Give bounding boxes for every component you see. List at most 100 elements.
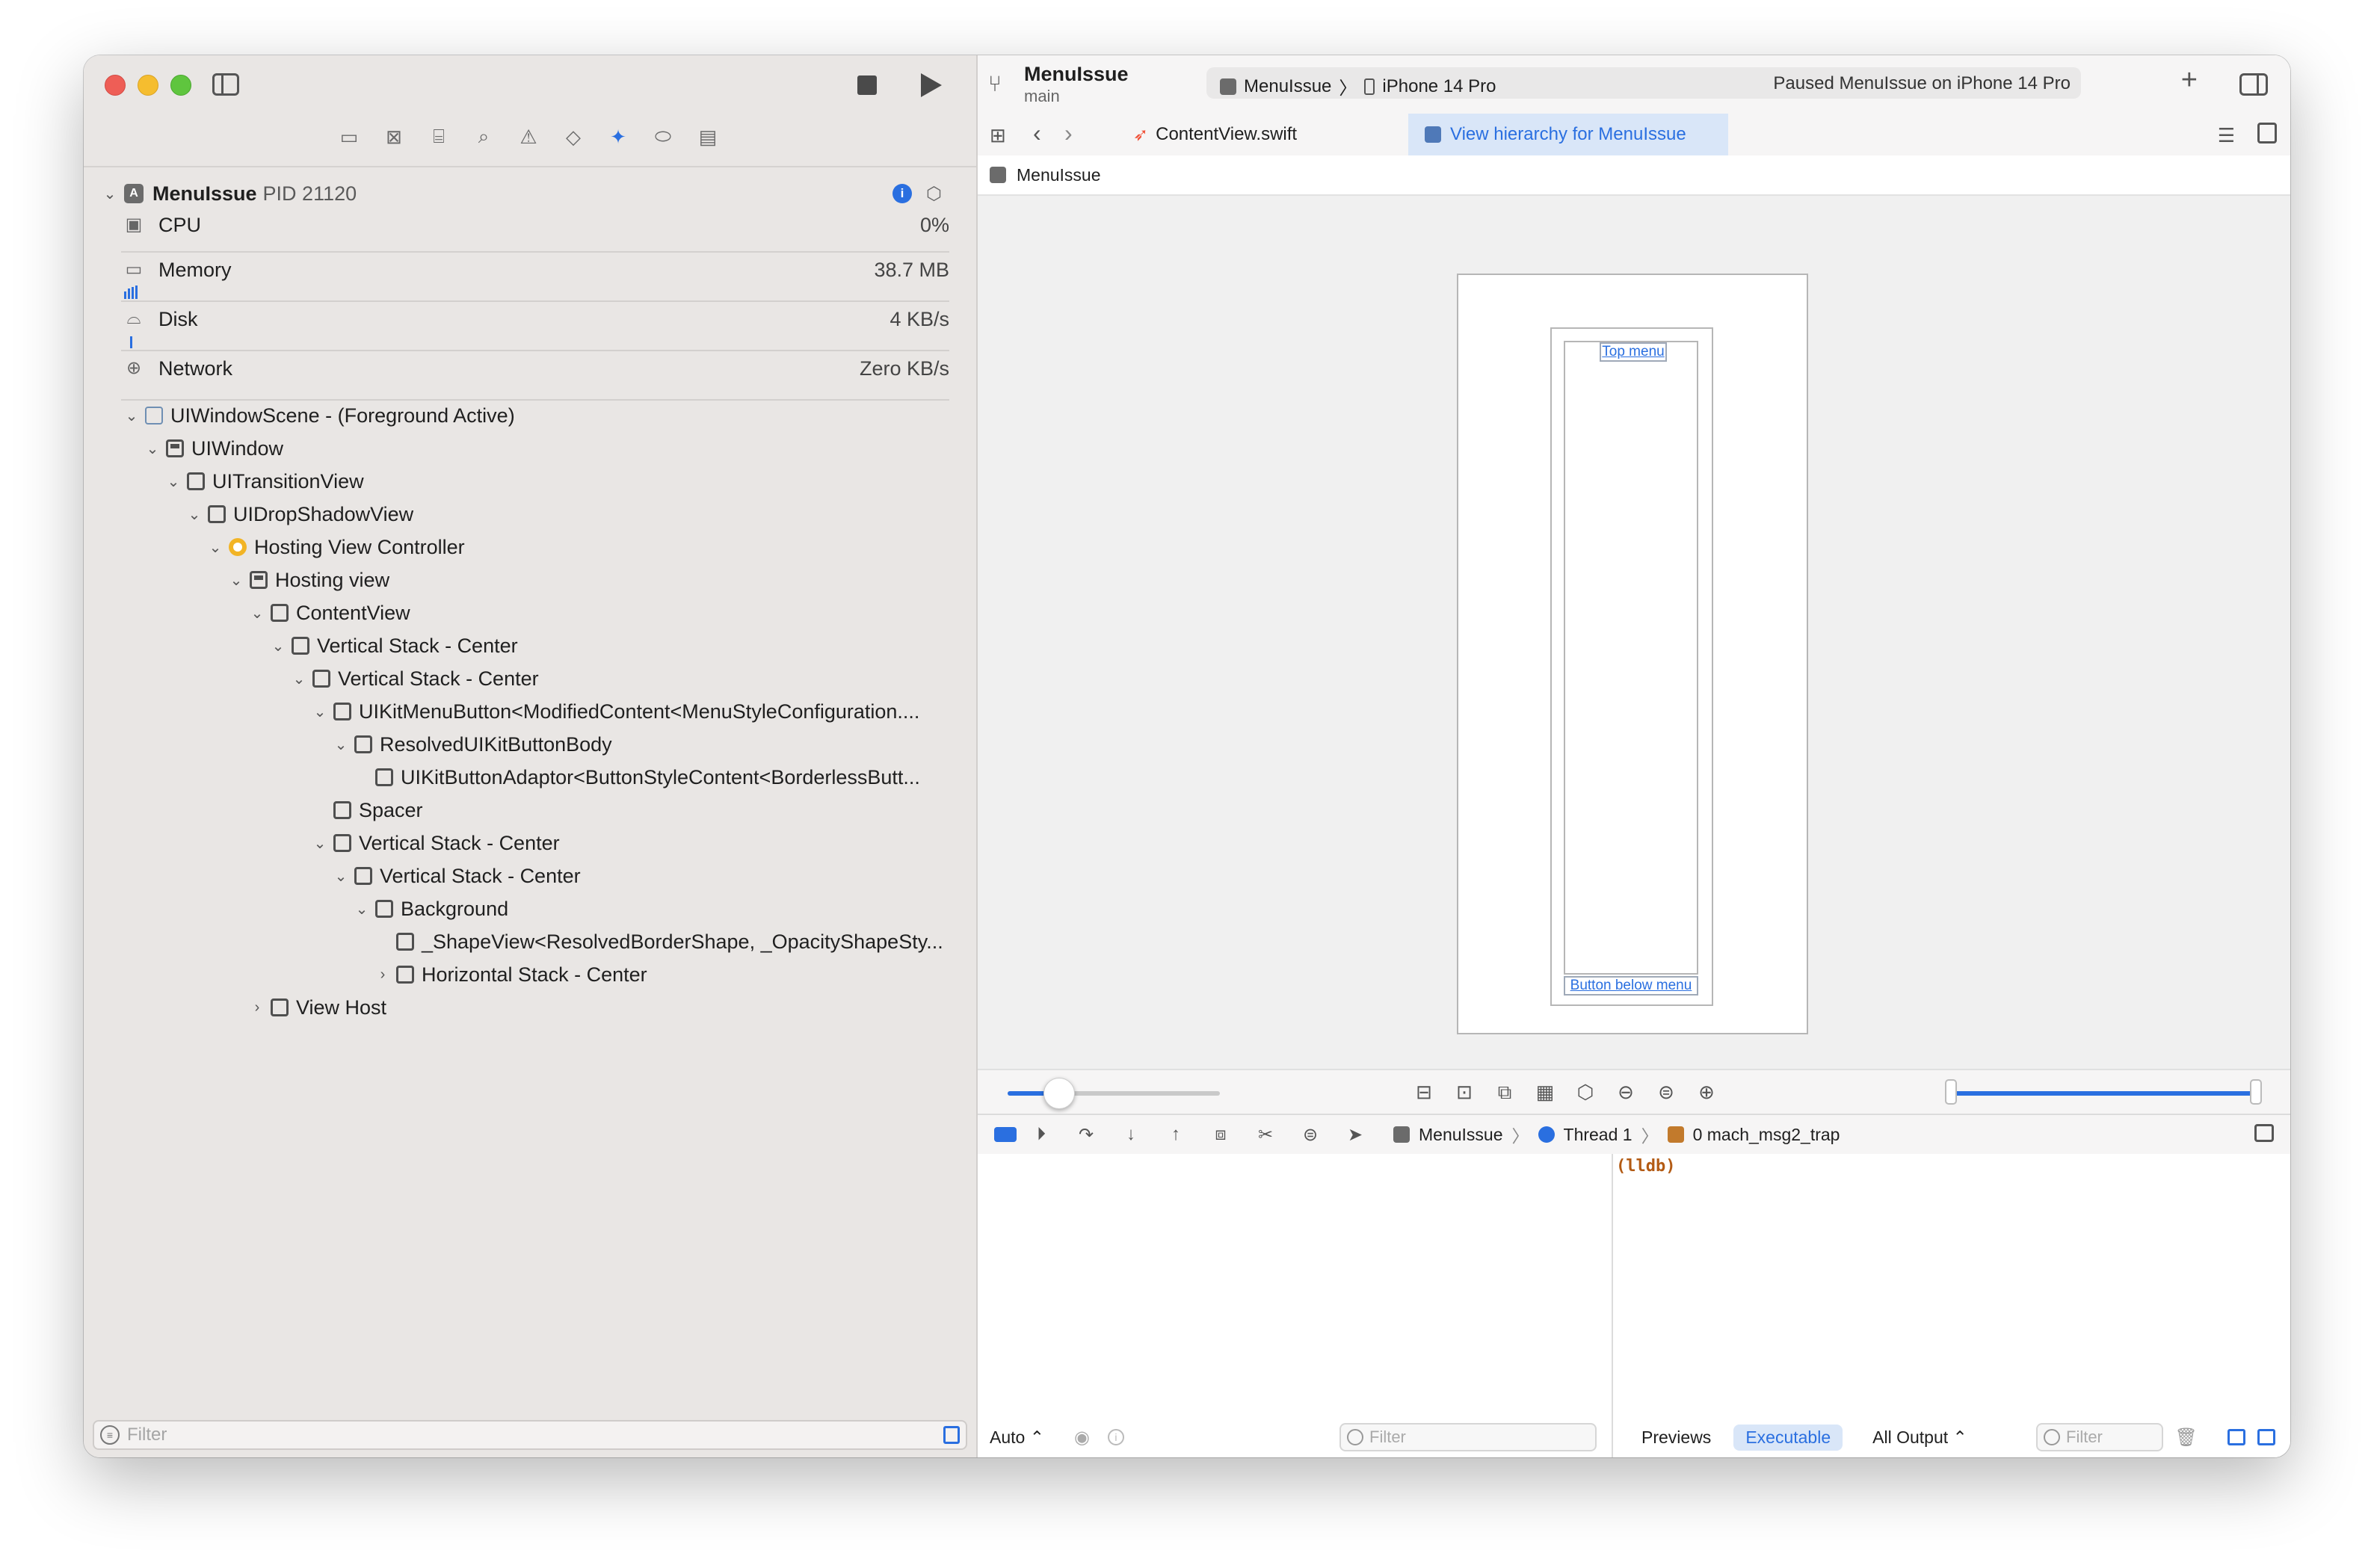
folder-icon[interactable]: ▭ xyxy=(336,124,362,149)
gauge-cpu[interactable]: ▣ CPU 0% xyxy=(121,208,949,253)
tree-row[interactable]: ⌄Vertical Stack - Center xyxy=(309,827,560,859)
close-window-button[interactable] xyxy=(105,75,126,96)
zoom-window-button[interactable] xyxy=(170,75,191,96)
tree-row[interactable]: ›View Host xyxy=(247,991,386,1024)
output-selector[interactable]: All Output ⌃ xyxy=(1872,1427,1967,1448)
report-icon[interactable]: ▤ xyxy=(695,124,721,149)
test-icon[interactable]: ◇ xyxy=(561,124,586,149)
step-out-icon[interactable]: ↑ xyxy=(1165,1124,1187,1145)
search-icon[interactable]: ⌕ xyxy=(471,124,496,149)
show-layers-icon[interactable]: ▦ xyxy=(1532,1081,1558,1105)
chevron-down-icon[interactable]: ⌄ xyxy=(226,571,247,590)
clip-content-icon[interactable]: ⊟ xyxy=(1411,1081,1437,1105)
process-row[interactable]: ⌄ A MenuIssue PID 21120 i ⬡ xyxy=(102,175,949,212)
navigator-filter-field[interactable]: ≡ Filter xyxy=(93,1420,967,1450)
zoom-actual-icon[interactable]: ⊜ xyxy=(1653,1081,1679,1105)
range-min-handle[interactable] xyxy=(1945,1079,1957,1105)
back-arrow-icon[interactable]: ‹ xyxy=(1033,120,1041,147)
step-into-icon[interactable]: ↓ xyxy=(1120,1124,1142,1145)
breakpoints-toggle-icon[interactable] xyxy=(994,1127,1017,1142)
jump-bar-item[interactable]: MenuIssue xyxy=(1017,165,1101,185)
tree-row[interactable]: ⌄UIKitMenuButton<ModifiedContent<MenuSty… xyxy=(309,695,919,728)
run-button[interactable] xyxy=(921,73,942,97)
add-editor-icon[interactable] xyxy=(2257,123,2277,143)
eye-icon[interactable]: ◉ xyxy=(1074,1427,1090,1448)
editor-options-icon[interactable]: ☰ xyxy=(2218,124,2235,147)
symbol-icon[interactable]: ⌸ xyxy=(426,124,451,149)
grid-icon[interactable]: ⊞ xyxy=(990,124,1006,147)
zoom-out-icon[interactable]: ⊖ xyxy=(1613,1081,1638,1105)
chevron-down-icon[interactable]: ⌄ xyxy=(205,538,226,557)
previews-segment[interactable]: Previews xyxy=(1630,1425,1723,1451)
tab-view-hierarchy[interactable]: View hierarchy for MenuIssue xyxy=(1408,114,1728,155)
tree-row[interactable]: ⌄UIDropShadowView xyxy=(184,498,413,531)
chevron-down-icon[interactable]: ⌄ xyxy=(121,407,142,425)
chevron-down-icon[interactable]: ⌄ xyxy=(142,439,163,458)
sidebar-toggle-icon[interactable] xyxy=(212,73,239,96)
memory-graph-icon[interactable]: ✂ xyxy=(1254,1124,1277,1146)
scheme-title[interactable]: MenuIssue xyxy=(1024,63,1129,86)
orient-3d-icon[interactable]: ⬡ xyxy=(1573,1081,1598,1105)
console-toggle-icon[interactable] xyxy=(2254,1124,2274,1142)
tree-row[interactable]: ⌄Vertical Stack - Center xyxy=(289,662,539,695)
add-icon[interactable]: + xyxy=(2181,64,2198,96)
chevron-down-icon[interactable]: ⌄ xyxy=(289,670,309,688)
tree-row[interactable]: ⌄Hosting view xyxy=(226,564,389,596)
chevron-right-icon[interactable]: › xyxy=(372,966,393,984)
tree-row[interactable]: ⌄Vertical Stack - Center xyxy=(330,859,581,892)
info-icon[interactable]: i xyxy=(892,184,912,203)
variables-view[interactable]: Auto ⌃ ◉ i Filter xyxy=(978,1154,1613,1457)
tree-row[interactable]: ⌄Hosting View Controller xyxy=(205,531,465,564)
gauge-disk[interactable]: ⌓ Disk 4 KB/s xyxy=(121,302,949,351)
forward-arrow-icon[interactable]: › xyxy=(1064,120,1073,147)
spacing-slider[interactable] xyxy=(1008,1091,1220,1096)
stop-button[interactable] xyxy=(857,75,877,95)
tree-row[interactable]: ⌄UIWindowScene - (Foreground Active) xyxy=(121,399,515,432)
tab-contentview-swift[interactable]: ➶ ContentView.swift xyxy=(1117,114,1313,155)
source-control-icon[interactable]: ⊠ xyxy=(381,124,407,149)
activity-view[interactable]: MenuIssue 〉 iPhone 14 Pro Paused MenuIss… xyxy=(1206,67,2081,99)
variables-scope-selector[interactable]: Auto ⌃ xyxy=(990,1427,1044,1448)
range-max-handle[interactable] xyxy=(2250,1079,2262,1105)
tree-row[interactable]: ›Horizontal Stack - Center xyxy=(372,958,647,991)
chevron-down-icon[interactable]: ⌄ xyxy=(330,867,351,886)
chevron-down-icon[interactable]: ⌄ xyxy=(268,637,289,655)
chevron-down-icon[interactable]: ⌄ xyxy=(351,900,372,919)
view-debugger-canvas[interactable]: Top menu Button below menu xyxy=(978,196,2290,1069)
location-icon[interactable]: ➤ xyxy=(1344,1124,1366,1146)
chevron-down-icon[interactable]: ⌄ xyxy=(163,472,184,491)
top-menu-button[interactable]: Top menu xyxy=(1600,342,1667,362)
adjust-style-icon[interactable]: ⧉ xyxy=(1492,1081,1517,1105)
tree-row[interactable]: ⌄Vertical Stack - Center xyxy=(268,629,518,662)
chevron-right-icon[interactable]: › xyxy=(247,999,268,1016)
view-hierarchy-icon[interactable]: ⧈ xyxy=(1209,1124,1232,1145)
button-below-menu[interactable]: Button below menu xyxy=(1564,976,1698,996)
console-view[interactable]: (lldb) Previews Executable All Output ⌃ … xyxy=(1613,1154,2290,1457)
tree-row[interactable]: ⌄Background xyxy=(351,892,508,925)
tree-row[interactable]: ⌄ContentView xyxy=(247,596,410,629)
info-icon[interactable]: i xyxy=(1108,1429,1124,1445)
step-over-icon[interactable]: ↷ xyxy=(1075,1124,1097,1146)
crumb-app[interactable]: MenuIssue xyxy=(1419,1125,1503,1145)
tree-row[interactable]: UIKitButtonAdaptor<ButtonStyleContent<Bo… xyxy=(351,761,920,794)
tree-row[interactable]: ⌄ResolvedUIKitButtonBody xyxy=(330,728,612,761)
tree-row[interactable]: ⌄UIWindow xyxy=(142,432,283,465)
chevron-down-icon[interactable]: ⌄ xyxy=(330,735,351,754)
inspector-toggle-icon[interactable] xyxy=(2239,73,2268,96)
gauge-network[interactable]: ⊕ Network Zero KB/s xyxy=(121,351,949,401)
show-console-icon[interactable] xyxy=(2257,1429,2275,1445)
chevron-down-icon[interactable]: ⌄ xyxy=(309,834,330,853)
chevron-down-icon[interactable]: ⌄ xyxy=(102,185,118,203)
environment-icon[interactable]: ⊜ xyxy=(1299,1124,1322,1146)
minimize-window-button[interactable] xyxy=(138,75,158,96)
warning-icon[interactable]: ⚠ xyxy=(516,124,541,149)
run-destination[interactable]: MenuIssue 〉 iPhone 14 Pro xyxy=(1220,73,1496,99)
continue-icon[interactable]: ⏵ xyxy=(1030,1124,1052,1145)
cube-icon[interactable]: ⬡ xyxy=(926,183,942,205)
chevron-down-icon[interactable]: ⌄ xyxy=(309,703,330,721)
debug-navigator-icon[interactable]: ✦ xyxy=(605,124,631,149)
crumb-thread[interactable]: Thread 1 xyxy=(1564,1125,1632,1145)
chevron-down-icon[interactable]: ⌄ xyxy=(184,505,205,524)
slider-knob[interactable] xyxy=(1043,1078,1075,1109)
variables-filter-field[interactable]: Filter xyxy=(1339,1423,1597,1451)
